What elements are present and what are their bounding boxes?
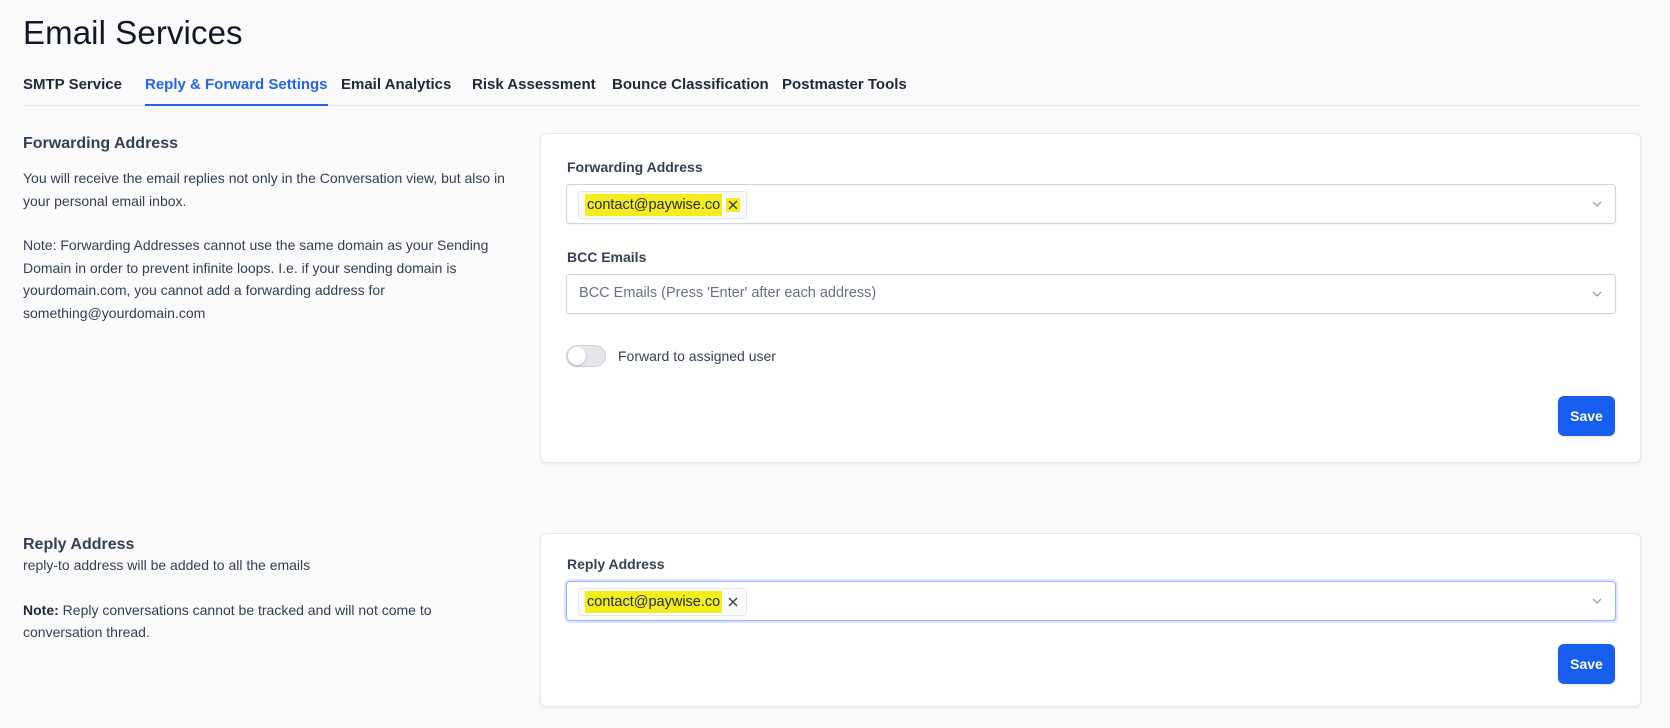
chevron-down-icon xyxy=(1592,291,1602,297)
reply-description-block: reply-to address will be added to all th… xyxy=(23,554,513,644)
forwarding-note: Note: Forwarding Addresses cannot use th… xyxy=(23,237,489,321)
tab-smtp-service[interactable]: SMTP Service xyxy=(23,76,122,104)
page-title: Email Services xyxy=(23,14,243,51)
tab-bounce-classification[interactable]: Bounce Classification xyxy=(612,76,769,104)
forwarding-save-button[interactable]: Save xyxy=(1558,396,1615,436)
reply-settings-card: Reply Address contact@paywise.co Save xyxy=(540,533,1641,707)
forwarding-settings-card: Forwarding Address contact@paywise.co BC… xyxy=(540,133,1641,463)
forwarding-description-block: You will receive the email replies not o… xyxy=(23,167,513,324)
forwarding-address-label: Forwarding Address xyxy=(567,159,703,175)
tab-risk-assessment[interactable]: Risk Assessment xyxy=(472,76,596,104)
reply-note-label: Note: xyxy=(23,601,59,618)
forwarding-section-title: Forwarding Address xyxy=(23,135,178,152)
chevron-down-icon xyxy=(1592,598,1602,604)
tab-postmaster-tools[interactable]: Postmaster Tools xyxy=(782,76,907,104)
forward-to-assigned-user-row: Forward to assigned user xyxy=(566,345,776,367)
reply-address-chip: contact@paywise.co xyxy=(578,588,748,616)
chevron-down-icon xyxy=(1592,201,1602,207)
close-icon[interactable] xyxy=(726,595,740,609)
bcc-emails-placeholder: BCC Emails (Press 'Enter' after each add… xyxy=(579,285,877,301)
bcc-emails-select[interactable]: BCC Emails (Press 'Enter' after each add… xyxy=(566,274,1616,314)
reply-note-text: Reply conversations cannot be tracked an… xyxy=(23,601,432,641)
reply-address-select[interactable]: contact@paywise.co xyxy=(566,581,1616,621)
tab-bar: SMTP Service Reply & Forward Settings Em… xyxy=(23,70,1641,106)
tab-reply-forward-settings[interactable]: Reply & Forward Settings xyxy=(145,76,328,106)
close-icon[interactable] xyxy=(726,198,741,212)
forward-to-assigned-user-toggle[interactable] xyxy=(566,345,606,367)
forward-to-assigned-user-label: Forward to assigned user xyxy=(618,348,776,364)
forwarding-address-chip-text: contact@paywise.co xyxy=(585,194,723,216)
reply-section-title: Reply Address xyxy=(23,536,135,553)
reply-save-button[interactable]: Save xyxy=(1558,644,1615,684)
bcc-emails-label: BCC Emails xyxy=(567,249,647,265)
forwarding-description: You will receive the email replies not o… xyxy=(23,170,505,209)
toggle-knob xyxy=(568,347,586,365)
reply-address-label: Reply Address xyxy=(567,556,665,572)
forwarding-address-chip: contact@paywise.co xyxy=(578,191,748,219)
reply-note: Note: Reply conversations cannot be trac… xyxy=(23,599,513,644)
forwarding-address-select[interactable]: contact@paywise.co xyxy=(566,184,1616,224)
tab-email-analytics[interactable]: Email Analytics xyxy=(341,76,451,104)
reply-description: reply-to address will be added to all th… xyxy=(23,557,311,573)
reply-address-chip-text: contact@paywise.co xyxy=(585,591,723,613)
